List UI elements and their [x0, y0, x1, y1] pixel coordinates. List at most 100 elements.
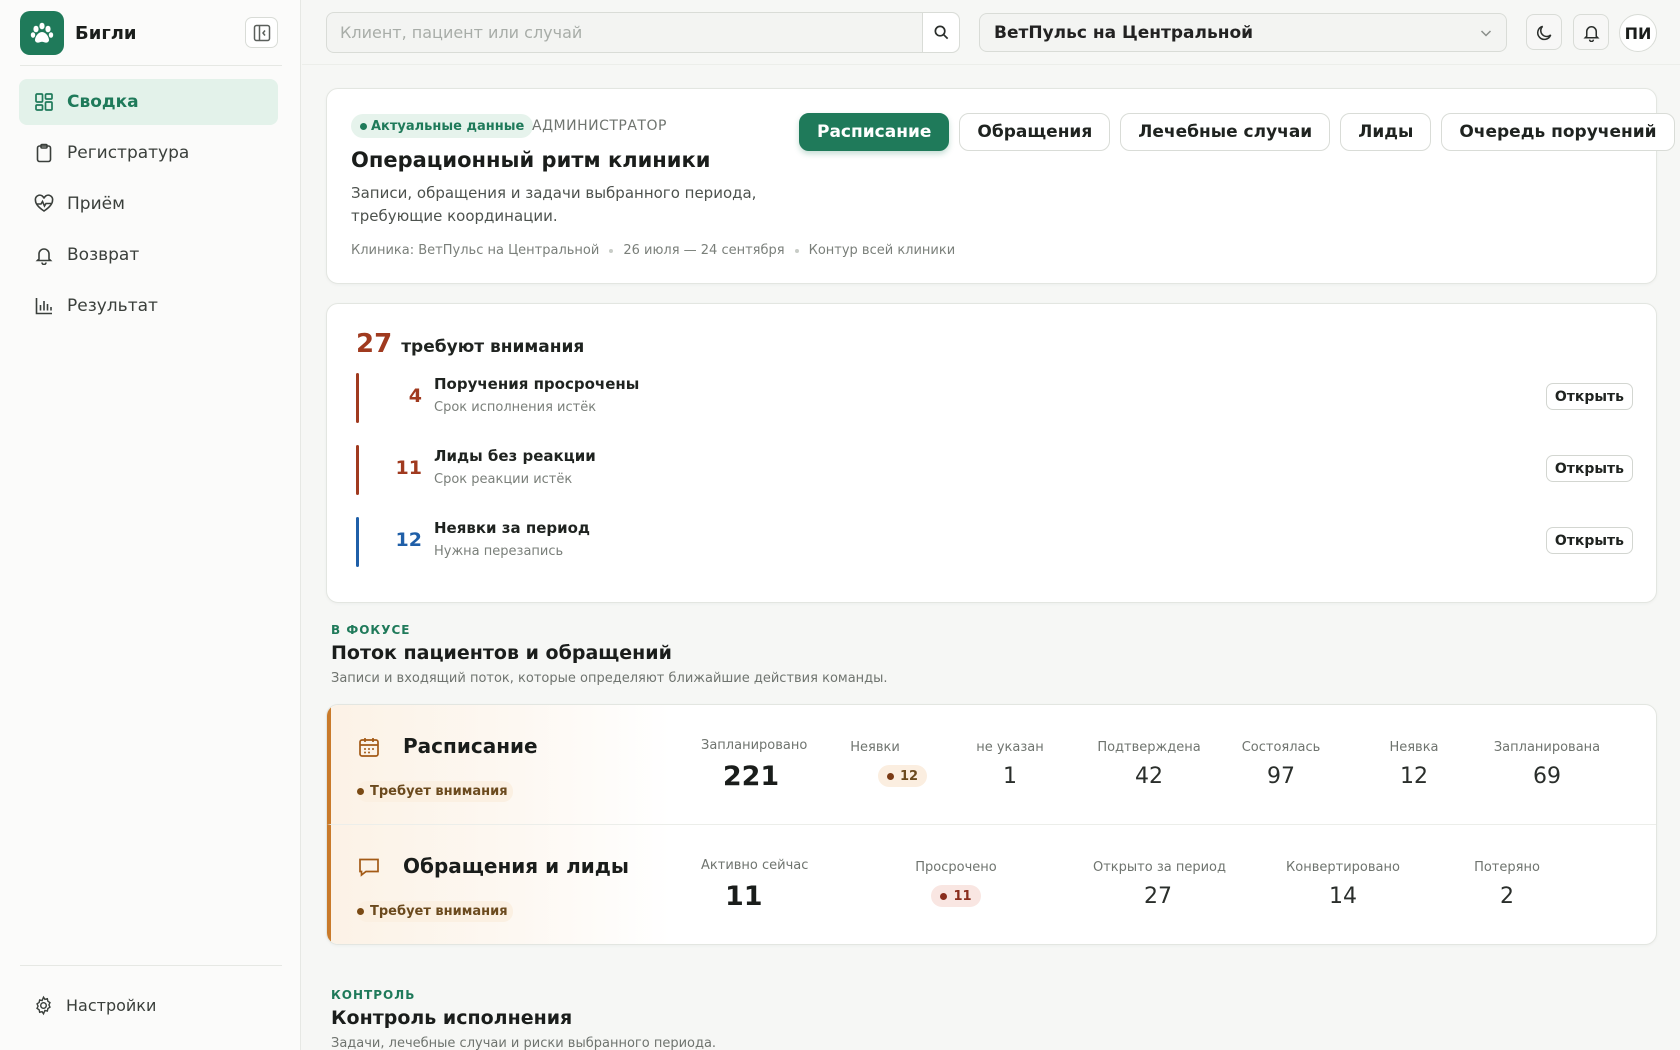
sidebar-item-label: Возврат — [67, 245, 140, 265]
attention-card: 27 требуют внимания 4 Поручения просроче… — [326, 303, 1657, 603]
open-button[interactable]: Открыть — [1545, 527, 1633, 554]
sidebar-item-label: Результат — [67, 296, 158, 316]
metric-label: Запланирована — [1493, 740, 1601, 755]
attention-item-title: Поручения просрочены — [434, 375, 640, 393]
attention-item-subtitle: Срок исполнения истёк — [434, 400, 597, 415]
tab-leads[interactable]: Лиды — [1340, 113, 1432, 151]
sidebar-item-appointment[interactable]: Приём — [19, 181, 278, 227]
section-tabs: Расписание Обращения Лечебные случаи Лид… — [799, 113, 1680, 151]
search-button[interactable] — [922, 13, 959, 52]
moon-icon — [1536, 25, 1551, 40]
sidebar-item-summary[interactable]: Сводка — [19, 79, 278, 125]
metric-no-show: Неявка 12 — [1364, 740, 1464, 789]
section-kicker: КОНТРОЛЬ — [331, 988, 416, 1002]
metric-planned: Запланировано 221 — [701, 738, 807, 792]
meta-separator — [609, 248, 614, 253]
attention-item-leads-no-reaction: 11 Лиды без реакции Срок реакции истёк О… — [356, 445, 1646, 495]
tab-treatment-cases[interactable]: Лечебные случаи — [1120, 113, 1331, 151]
metric-value: 221 — [722, 761, 780, 792]
user-avatar[interactable]: ПИ — [1619, 14, 1657, 52]
attention-item-count: 12 — [395, 529, 422, 551]
metric-scheduled: Запланирована 69 — [1492, 740, 1602, 789]
attention-header: 27 требуют внимания — [356, 329, 584, 359]
attention-item-subtitle: Нужна перезапись — [434, 544, 564, 559]
sidebar-divider — [20, 965, 282, 966]
context-meta: Клиника: ВетПульс на Центральной 26 июля… — [351, 243, 955, 258]
sidebar-item-return[interactable]: Возврат — [19, 232, 278, 278]
tab-requests[interactable]: Обращения — [959, 113, 1111, 151]
page-description: Записи, обращения и задачи выбранного пе… — [351, 184, 757, 225]
open-button[interactable]: Открыть — [1545, 383, 1633, 410]
tab-task-queue[interactable]: Очередь поручений — [1441, 113, 1675, 151]
sidebar-divider — [20, 65, 282, 66]
section-kicker: В ФОКУСЕ — [331, 623, 411, 637]
metric-value: 12 — [1400, 764, 1428, 789]
metric-unspecified: не указан 1 — [960, 740, 1060, 789]
metric-label: Открыто за период — [1093, 860, 1226, 875]
collapse-sidebar-button[interactable] — [245, 17, 278, 48]
section-title: Контроль исполнения — [331, 1007, 573, 1029]
attention-label: требуют внимания — [401, 337, 585, 357]
section-description: Задачи, лечебные случаи и риски выбранно… — [331, 1036, 717, 1050]
flow-card: Расписание Требует внимания Запланирован… — [326, 704, 1657, 945]
alert-pill: 11 — [931, 885, 981, 907]
metric-label: не указан — [976, 740, 1044, 755]
metric-opened-period: Открыто за период 27 — [1093, 860, 1226, 909]
search-input[interactable] — [327, 13, 922, 52]
metric-value: 42 — [1135, 764, 1163, 789]
sidebar: Бигли Сводка Регистратура Приём Возврат … — [0, 0, 301, 1050]
sidebar-item-label: Сводка — [67, 92, 139, 112]
attention-item-count: 11 — [395, 457, 422, 479]
bell-icon — [33, 244, 55, 266]
search-bar — [326, 12, 960, 53]
metric-label: Неявки — [850, 740, 900, 755]
attention-item-overdue-tasks: 4 Поручения просрочены Срок исполнения и… — [356, 373, 1646, 423]
clinic-select[interactable]: ВетПульс на Центральной — [979, 13, 1507, 52]
attention-item-subtitle: Срок реакции истёк — [434, 472, 573, 487]
attention-item-count: 4 — [408, 385, 422, 407]
flow-row-requests[interactable]: Обращения и лиды Требует внимания Активн… — [327, 825, 1656, 944]
live-data-badge: Актуальные данные — [351, 114, 534, 138]
meta-period: 26 июля — 24 сентября — [623, 243, 785, 258]
metric-label: Конвертировано — [1286, 860, 1400, 875]
metric-label: Активно сейчас — [701, 858, 809, 873]
sidebar-collapse-icon — [253, 24, 270, 41]
sidebar-item-label: Приём — [67, 194, 125, 214]
clipboard-icon — [33, 142, 55, 164]
bar-chart-icon — [33, 295, 55, 317]
flow-row-title: Обращения и лиды — [403, 854, 629, 878]
metric-confirmed: Подтверждена 42 — [1094, 740, 1204, 789]
open-button[interactable]: Открыть — [1545, 455, 1633, 482]
search-icon — [934, 25, 948, 40]
metric-label: Подтверждена — [1097, 740, 1201, 755]
metric-value: 27 — [1144, 884, 1172, 909]
flow-row-schedule[interactable]: Расписание Требует внимания Запланирован… — [327, 705, 1656, 825]
section-description: Записи и входящий поток, которые определ… — [331, 671, 888, 686]
metric-value: 97 — [1267, 764, 1295, 789]
metric-label: Состоялась — [1241, 740, 1321, 755]
metric-value: 11 — [725, 881, 763, 912]
attention-count: 27 — [356, 329, 393, 359]
metric-converted: Конвертировано 14 — [1283, 860, 1403, 909]
sidebar-item-reception[interactable]: Регистратура — [19, 130, 278, 176]
theme-toggle-button[interactable] — [1526, 14, 1562, 50]
metric-value: 1 — [1003, 764, 1017, 789]
gear-icon — [33, 995, 54, 1016]
sidebar-item-label: Регистратура — [67, 143, 190, 163]
meta-separator — [794, 248, 799, 253]
bell-icon — [1582, 25, 1600, 42]
flow-row-title: Расписание — [403, 734, 538, 758]
metric-lost: Потеряно 2 — [1457, 860, 1557, 909]
brand[interactable]: Бигли — [20, 11, 137, 55]
app-name: Бигли — [75, 22, 137, 44]
notifications-button[interactable] — [1573, 14, 1609, 50]
row-highlight — [331, 825, 671, 944]
topbar-divider — [302, 64, 1680, 65]
metric-value: 69 — [1533, 764, 1561, 789]
tab-schedule[interactable]: Расписание — [799, 113, 950, 151]
clinic-select-value: ВетПульс на Центральной — [994, 22, 1254, 43]
sidebar-item-result[interactable]: Результат — [19, 283, 278, 329]
settings-link[interactable]: Настройки — [33, 995, 156, 1016]
message-icon — [357, 855, 381, 883]
metric-label: Потеряно — [1474, 860, 1540, 875]
